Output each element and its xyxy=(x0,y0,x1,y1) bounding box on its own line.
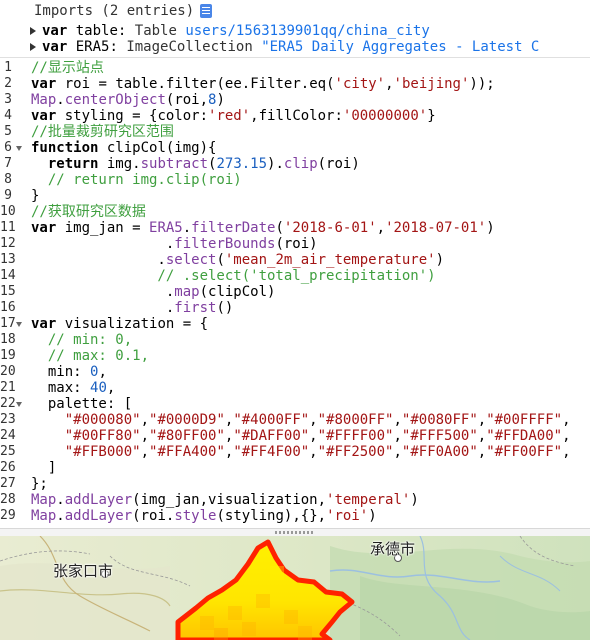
import-row-table[interactable]: var table: Table users/1563139901qq/chin… xyxy=(30,22,430,39)
line-number: 15 xyxy=(0,284,16,299)
line-number-gutter: 1 2 3 4 5 6 7 8 9 10 11 12 13 14 15 16 17 18 19 20 21 22 23 24 2… xyxy=(0,58,27,528)
line-number: 2 xyxy=(4,76,12,91)
line-number: 28 xyxy=(0,492,16,507)
code-line[interactable]: "#00FF80","#80FF00","#DAFF00","#FFFF00",… xyxy=(31,428,571,444)
line-number: 13 xyxy=(0,252,16,267)
fold-arrow-icon[interactable] xyxy=(16,322,22,327)
import-asset-link[interactable]: users/1563139901qq/china_city xyxy=(185,23,429,39)
code-line[interactable]: .filterBounds(roi) xyxy=(31,236,318,252)
line-number: 21 xyxy=(0,380,16,395)
document-icon[interactable] xyxy=(200,3,213,18)
import-name: ERA5 xyxy=(75,38,110,55)
line-number: 18 xyxy=(0,332,16,347)
code-line[interactable]: var img_jan = ERA5.filterDate('2018-6-01… xyxy=(31,220,495,236)
import-type: Table xyxy=(134,22,177,39)
expand-triangle-icon[interactable] xyxy=(30,42,36,51)
imports-title[interactable]: Imports (2 entries) xyxy=(34,3,194,19)
code-line[interactable]: min: 0, xyxy=(31,364,107,380)
import-row-era5[interactable]: var ERA5: ImageCollection "ERA5 Daily Ag… xyxy=(30,38,539,55)
line-number: 8 xyxy=(4,172,12,187)
code-line[interactable]: // .select('total_precipitation') xyxy=(31,268,435,284)
code-line[interactable]: //获取研究区数据 xyxy=(31,204,146,220)
import-keyword: var xyxy=(42,38,68,55)
line-number: 29 xyxy=(0,508,16,523)
code-line[interactable]: var roi = table.filter(ee.Filter.eq('cit… xyxy=(31,76,495,92)
import-colon: : xyxy=(117,22,127,39)
line-number: 22 xyxy=(0,396,16,411)
line-number: 16 xyxy=(0,300,16,315)
code-line[interactable]: var visualization = { xyxy=(31,316,208,332)
line-number: 1 xyxy=(4,60,12,75)
line-number: 7 xyxy=(4,156,12,171)
line-number: 24 xyxy=(0,428,16,443)
map-label-zhangjiakou: 张家口市 xyxy=(53,562,114,580)
code-line[interactable]: "#FFB000","#FFA400","#FF4F00","#FF2500",… xyxy=(31,444,571,460)
line-number: 26 xyxy=(0,460,16,475)
imports-header[interactable]: Imports (2 entries) xyxy=(34,2,213,19)
line-number: 25 xyxy=(0,444,16,459)
import-colon: : xyxy=(109,38,118,55)
map-label-chengde: 承德市 xyxy=(370,540,416,558)
line-number: 5 xyxy=(4,124,12,139)
fold-arrow-icon[interactable] xyxy=(16,402,22,407)
line-number: 12 xyxy=(0,236,16,251)
line-number: 20 xyxy=(0,364,16,379)
import-type: ImageCollection xyxy=(126,38,253,55)
code-line[interactable]: max: 40, xyxy=(31,380,115,396)
code-line[interactable]: .first() xyxy=(31,300,233,316)
code-line[interactable]: palette: [ xyxy=(31,396,132,412)
line-number: 19 xyxy=(0,348,16,363)
expand-triangle-icon[interactable] xyxy=(30,26,36,35)
import-asset-value[interactable]: "ERA5 Daily Aggregates - Latest C xyxy=(261,39,539,55)
map-canvas[interactable] xyxy=(0,536,590,640)
import-keyword: var xyxy=(42,22,68,39)
code-line[interactable]: //显示站点 xyxy=(31,60,104,76)
code-line[interactable]: return img.subtract(273.15).clip(roi) xyxy=(31,156,360,172)
line-number: 10 xyxy=(0,204,16,219)
imports-panel: Imports (2 entries) var table: Table use… xyxy=(0,0,590,58)
code-editor[interactable]: 1 2 3 4 5 6 7 8 9 10 11 12 13 14 15 16 17 18 19 20 21 22 23 24 2… xyxy=(0,58,590,528)
code-line[interactable]: ] xyxy=(31,460,56,476)
code-line[interactable]: // min: 0, xyxy=(31,332,132,348)
code-line[interactable]: Map.addLayer(roi.style(styling),{},'roi'… xyxy=(31,508,377,524)
line-number: 23 xyxy=(0,412,16,427)
line-number: 14 xyxy=(0,268,16,283)
grip-icon xyxy=(275,531,315,534)
line-number: 11 xyxy=(0,220,16,235)
line-number: 6 xyxy=(4,140,12,155)
line-number: 27 xyxy=(0,476,16,491)
code-line[interactable]: Map.addLayer(img_jan,visualization,'temp… xyxy=(31,492,419,508)
code-line[interactable]: Map.centerObject(roi,8) xyxy=(31,92,225,108)
code-line[interactable]: .select('mean_2m_air_temperature') xyxy=(31,252,444,268)
code-line[interactable]: .map(clipCol) xyxy=(31,284,276,300)
code-line[interactable]: }; xyxy=(31,476,48,492)
code-line[interactable]: } xyxy=(31,188,39,204)
map-view[interactable]: 张家口市 承德市 xyxy=(0,536,590,640)
line-number: 9 xyxy=(4,188,12,203)
code-line[interactable]: var styling = {color:'red',fillColor:'00… xyxy=(31,108,436,124)
code-line[interactable]: // return img.clip(roi) xyxy=(31,172,242,188)
line-number: 17 xyxy=(0,316,16,331)
line-number: 3 xyxy=(4,92,12,107)
code-line[interactable]: // max: 0.1, xyxy=(31,348,149,364)
fold-arrow-icon[interactable] xyxy=(16,146,22,151)
line-number: 4 xyxy=(4,108,12,123)
code-line[interactable]: function clipCol(img){ xyxy=(31,140,216,156)
import-name: table xyxy=(75,22,118,39)
code-line[interactable]: //批量裁剪研究区范围 xyxy=(31,124,174,140)
code-line[interactable]: "#000080","#0000D9","#4000FF","#8000FF",… xyxy=(31,412,571,428)
